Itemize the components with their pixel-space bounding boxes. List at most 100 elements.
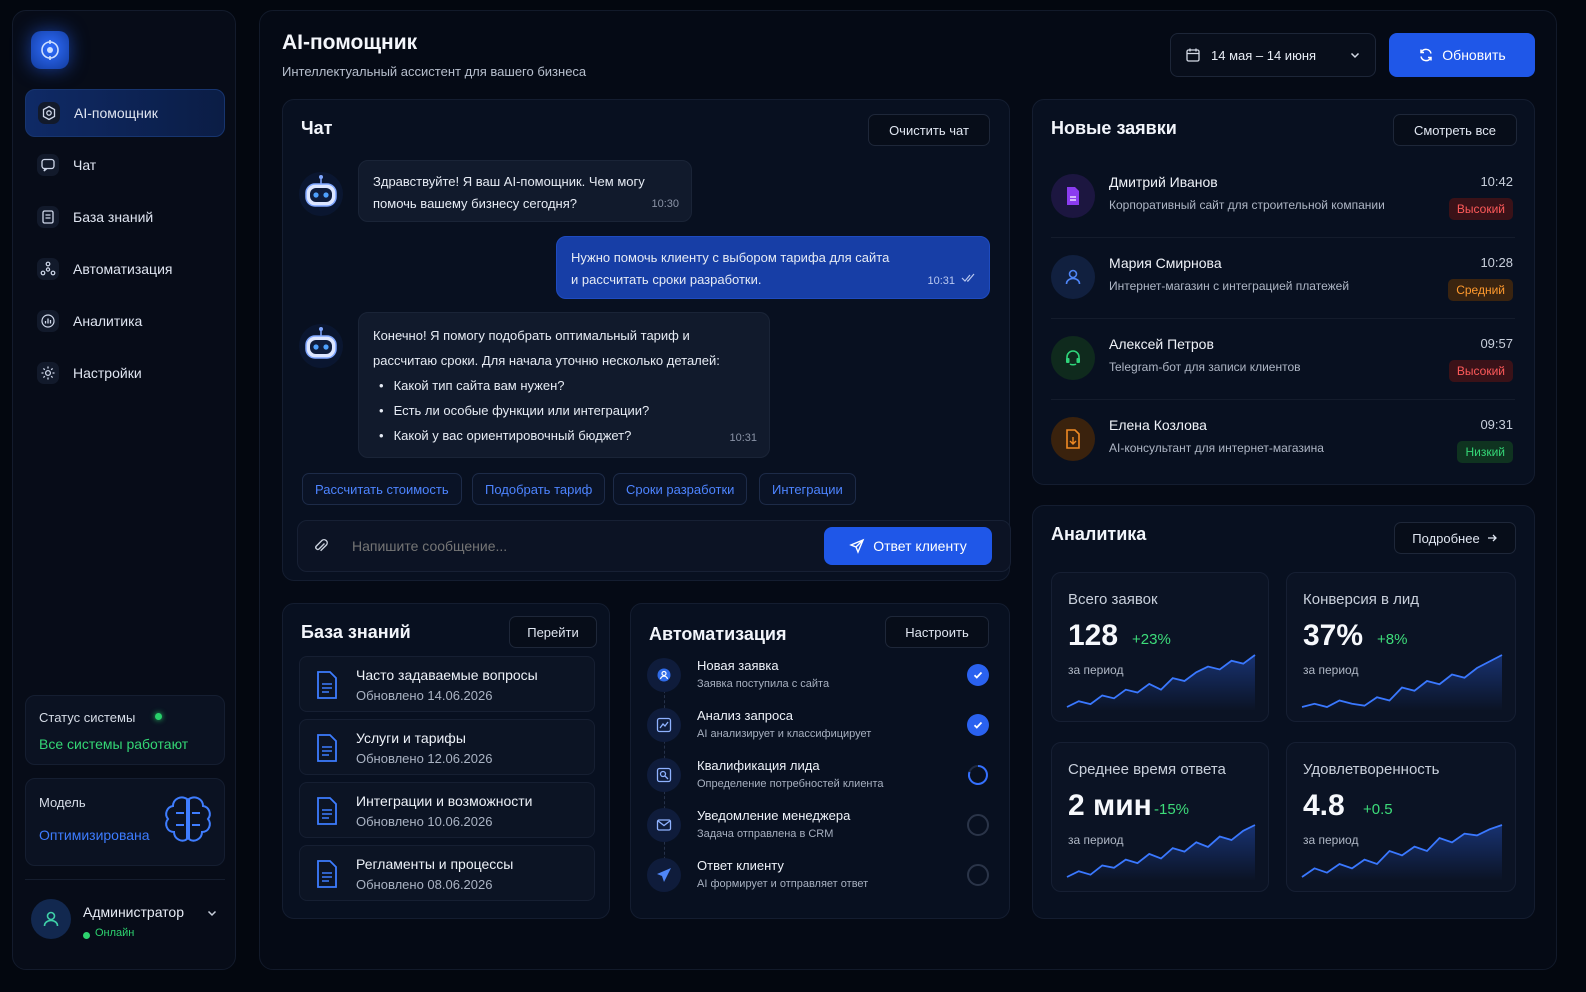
configure-label: Настроить: [905, 624, 969, 640]
sidebar-item-label: Аналитика: [73, 313, 143, 329]
knowledge-item[interactable]: Часто задаваемые вопросы Обновлено 14.06…: [299, 656, 595, 712]
sidebar-item-ai-assistant[interactable]: AI-помощник: [25, 89, 225, 137]
knowledge-title: База знаний: [301, 622, 411, 642]
knowledge-item[interactable]: Регламенты и процессы Обновлено 08.06.20…: [299, 845, 595, 901]
go-label: Перейти: [527, 624, 579, 640]
lead-name: Дмитрий Иванов: [1109, 174, 1218, 190]
chevron-down-icon: [1350, 52, 1360, 59]
step-desc: AI формирует и отправляет ответ: [697, 878, 869, 890]
sidebar-item-label: База знаний: [73, 209, 154, 225]
double-check-icon: [961, 268, 977, 290]
lead-time: 09:57: [1480, 336, 1513, 351]
sidebar-item-analytics[interactable]: Аналитика: [25, 297, 225, 345]
nodes-icon: [37, 258, 59, 280]
step-desc: Определение потребностей клиента: [697, 778, 884, 790]
sidebar-nav: AI-помощник Чат База знаний Автоматизаци…: [25, 89, 225, 401]
details-button[interactable]: Подробнее: [1394, 522, 1516, 554]
chip-label: Интеграции: [772, 481, 843, 497]
bot-icon: [38, 102, 60, 124]
document-icon: [316, 860, 338, 893]
document-icon: [316, 671, 338, 704]
sparkline-area: [1302, 825, 1502, 881]
user-icon: [1051, 255, 1095, 299]
analysis-icon: [647, 708, 681, 742]
bot-avatar-icon: [297, 170, 345, 218]
message-line: Здравствуйте! Я ваш AI-помощник. Чем мог…: [373, 174, 645, 189]
automation-panel: Автоматизация Настроить Новая заявка Зая…: [630, 603, 1010, 919]
stat-total-leads: Всего заявок 128 +23% за период: [1051, 572, 1269, 722]
lead-desc: Корпоративный сайт для строительной комп…: [1109, 198, 1385, 212]
automation-step[interactable]: Квалификация лида Определение потребност…: [645, 754, 988, 798]
sidebar-item-label: Чат: [73, 157, 97, 173]
lead-desc: Telegram-бот для записи клиентов: [1109, 360, 1301, 374]
stat-label: Всего заявок: [1068, 591, 1158, 608]
user-name: Администратор: [83, 904, 185, 920]
lead-item[interactable]: Дмитрий Иванов Корпоративный сайт для ст…: [1051, 158, 1515, 238]
mail-icon: [647, 808, 681, 842]
sidebar: AI-помощник Чат База знаний Автоматизаци…: [12, 10, 236, 970]
online-dot: [83, 932, 90, 939]
divider: [25, 879, 225, 880]
bot-message: Здравствуйте! Я ваш AI-помощник. Чем мог…: [358, 160, 692, 222]
clear-chat-button[interactable]: Очистить чат: [868, 114, 990, 146]
quick-reply-calc-cost[interactable]: Рассчитать стоимость: [302, 473, 462, 505]
message-bullet: Есть ли особые функции или интеграции?: [393, 403, 650, 418]
lead-item[interactable]: Алексей Петров Telegram-бот для записи к…: [1051, 320, 1515, 400]
message-time: 10:31: [927, 275, 955, 287]
configure-button[interactable]: Настроить: [885, 616, 989, 648]
refresh-button[interactable]: Обновить: [1389, 33, 1535, 77]
step-title: Квалификация лида: [697, 758, 820, 773]
chevron-down-icon[interactable]: [206, 906, 218, 924]
step-desc: Заявка поступила с сайта: [697, 678, 830, 690]
message-composer: Ответ клиенту: [297, 520, 1011, 572]
send-label: Ответ клиенту: [873, 538, 967, 554]
quick-reply-integrations[interactable]: Интеграции: [759, 473, 856, 505]
sidebar-item-knowledge[interactable]: База знаний: [25, 193, 225, 241]
sidebar-item-label: AI-помощник: [74, 105, 158, 121]
lead-name: Елена Козлова: [1109, 417, 1207, 433]
logo-icon[interactable]: [31, 31, 69, 69]
status-value: Все системы работают: [39, 736, 189, 752]
message-input[interactable]: [352, 531, 802, 561]
automation-step[interactable]: Уведомление менеджера Задача отправлена …: [645, 804, 989, 848]
stat-response-time: Среднее время ответа 2 мин -15% за перио…: [1051, 742, 1269, 892]
lead-desc: Интернет-магазин с интеграцией платежей: [1109, 279, 1350, 293]
knowledge-item[interactable]: Интеграции и возможности Обновлено 10.06…: [299, 782, 595, 838]
quick-reply-dev-time[interactable]: Сроки разработки: [613, 473, 748, 505]
reply-client-button[interactable]: Ответ клиенту: [824, 527, 992, 565]
sidebar-item-chat[interactable]: Чат: [25, 141, 225, 189]
brain-icon: [162, 793, 214, 854]
view-all-button[interactable]: Смотреть все: [1393, 114, 1517, 146]
paperclip-icon[interactable]: [312, 537, 330, 560]
avatar[interactable]: [31, 899, 71, 939]
lead-item[interactable]: Елена Козлова AI-консультант для интерне…: [1051, 401, 1515, 481]
sidebar-item-settings[interactable]: Настройки: [25, 349, 225, 397]
bullet: •: [379, 428, 384, 443]
sidebar-item-automation[interactable]: Автоматизация: [25, 245, 225, 293]
chat-title: Чат: [301, 118, 333, 138]
automation-step[interactable]: Ответ клиенту AI формирует и отправляет …: [645, 854, 989, 898]
date-range-picker[interactable]: 14 мая – 14 июня: [1170, 33, 1376, 77]
knowledge-item[interactable]: Услуги и тарифы Обновлено 12.06.2026: [299, 719, 595, 775]
chip-label: Подобрать тариф: [485, 481, 593, 497]
bot-message: Конечно! Я помогу подобрать оптимальный …: [358, 312, 770, 458]
view-all-label: Смотреть все: [1413, 122, 1497, 138]
automation-step[interactable]: Анализ запроса AI анализирует и классифи…: [645, 704, 989, 748]
step-done-check-icon: [967, 664, 989, 686]
go-button[interactable]: Перейти: [509, 616, 597, 648]
message-time: 10:30: [651, 198, 679, 210]
automation-title: Автоматизация: [649, 624, 787, 644]
quick-reply-pick-tariff[interactable]: Подобрать тариф: [472, 473, 606, 505]
chip-label: Сроки разработки: [626, 481, 735, 497]
analytics-title: Аналитика: [1051, 524, 1147, 544]
automation-step[interactable]: Новая заявка Заявка поступила с сайта: [645, 654, 989, 698]
lead-item[interactable]: Мария Смирнова Интернет-магазин с интегр…: [1051, 239, 1515, 319]
system-status-card: Статус системы Все системы работают: [25, 695, 225, 765]
knowledge-panel: База знаний Перейти Часто задаваемые воп…: [282, 603, 610, 919]
knowledge-item-title: Интеграции и возможности: [356, 793, 533, 809]
bullet: •: [379, 378, 384, 393]
sidebar-item-label: Автоматизация: [73, 261, 173, 277]
lead-desc: AI-консультант для интернет-магазина: [1109, 441, 1324, 455]
lead-time: 10:42: [1480, 174, 1513, 189]
user-icon: [43, 911, 59, 927]
